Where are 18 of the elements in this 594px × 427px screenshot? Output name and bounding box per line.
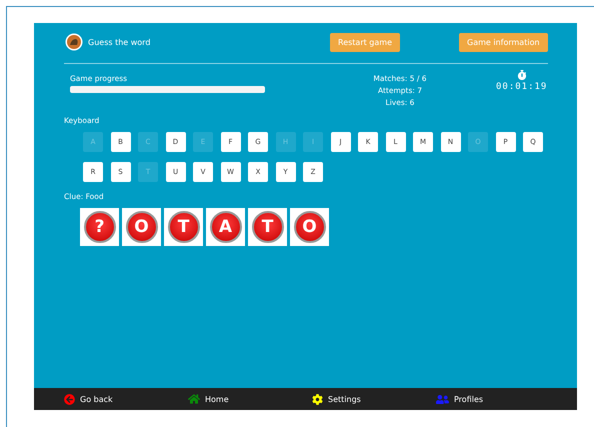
- letter-tile: O: [122, 208, 161, 246]
- app-title: Guess the word: [88, 38, 152, 46]
- letter-tile: T: [164, 208, 203, 246]
- timer: 00:01:19: [496, 82, 548, 92]
- letter-tile: ?: [80, 208, 119, 246]
- settings-icon: [312, 394, 323, 404]
- nav-link[interactable]: Go back: [64, 394, 188, 404]
- letter-tile: A: [206, 208, 245, 246]
- letter-tile: T: [248, 208, 287, 246]
- back-icon: [64, 394, 75, 404]
- home-icon: [188, 393, 200, 405]
- letter-tile: O: [290, 208, 329, 246]
- people-icon: [436, 392, 449, 406]
- nav-link[interactable]: Profiles: [436, 392, 560, 406]
- logo-icon: [65, 33, 83, 51]
- stopwatch-icon: [516, 70, 527, 80]
- nav-link[interactable]: Settings: [312, 394, 436, 404]
- nav-link[interactable]: Home: [188, 393, 312, 405]
